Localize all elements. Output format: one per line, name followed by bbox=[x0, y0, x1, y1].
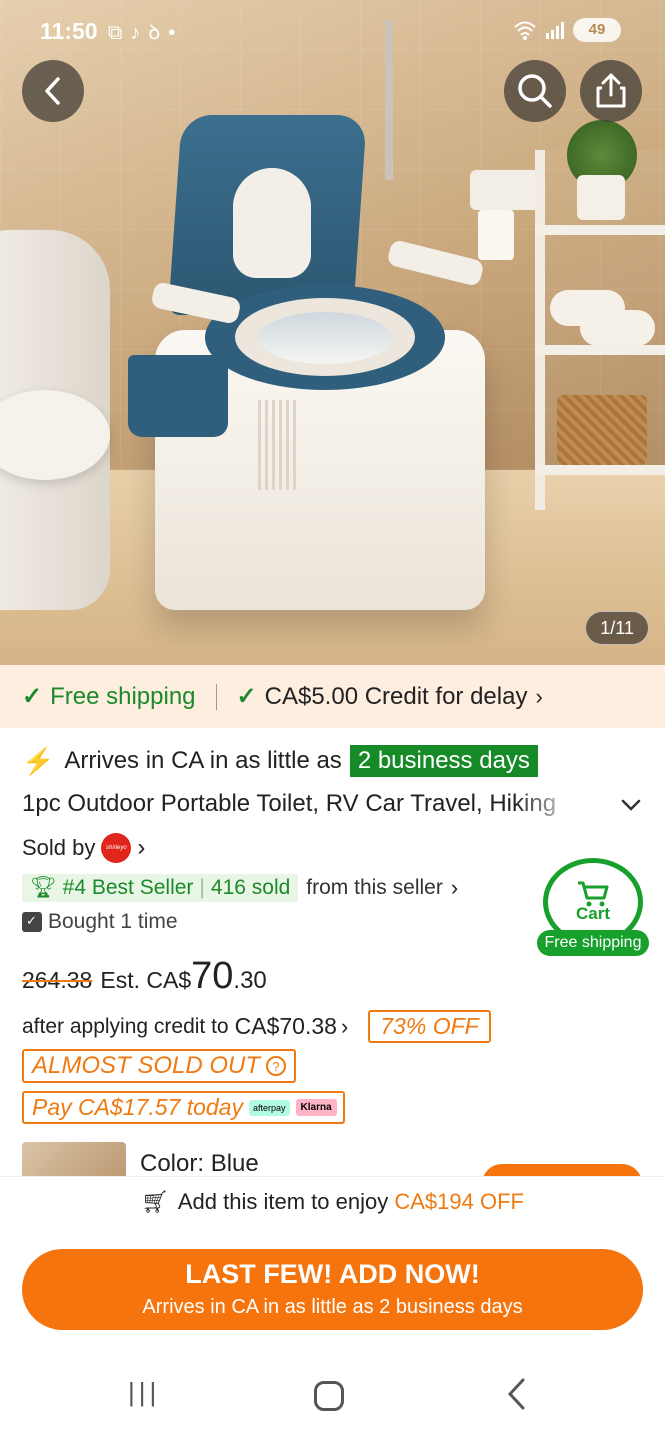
portable-toilet-lid-inner bbox=[233, 168, 311, 278]
image-counter: 1/11 bbox=[585, 611, 649, 645]
promo-amount: CA$194 OFF bbox=[394, 1189, 524, 1214]
search-button[interactable] bbox=[504, 60, 566, 122]
portable-toilet-bowl bbox=[258, 312, 392, 364]
est-label: Est. CA$ bbox=[100, 967, 192, 993]
divider bbox=[215, 683, 217, 710]
cta-main-label: LAST FEW! ADD NOW! bbox=[185, 1259, 480, 1289]
bottom-bar: 🛒︎ Add this item to enjoy CA$194 OFF LAS… bbox=[0, 1176, 665, 1440]
after-credit-label: after applying credit to bbox=[22, 1014, 229, 1038]
check-icon: ✓ bbox=[22, 683, 43, 710]
share-button[interactable] bbox=[580, 60, 642, 122]
afterpay-logo: afterpay bbox=[248, 1099, 290, 1116]
discount-badge: 73% OFF bbox=[368, 1010, 491, 1043]
toilet-roll bbox=[478, 210, 514, 260]
signal-icon bbox=[546, 22, 564, 39]
shopping-bag-icon bbox=[22, 912, 42, 932]
bought-history: Bought 1 time bbox=[22, 910, 178, 934]
free-shipping-label: Free shipping bbox=[50, 682, 196, 710]
recent-apps-button[interactable]: ||| bbox=[128, 1377, 160, 1408]
notification-icons: ⧉♪ꝺ• bbox=[108, 22, 184, 44]
cart-label: Cart bbox=[575, 904, 610, 923]
shelf-board bbox=[535, 225, 665, 235]
pay-today-label: Pay CA$17.57 today bbox=[32, 1094, 243, 1120]
sold-by-label: Sold by bbox=[22, 835, 96, 860]
promo-text: Add this item to enjoy bbox=[177, 1189, 389, 1214]
portable-toilet-side-box bbox=[128, 355, 228, 437]
delivery-estimate: ⚡ Arrives in CA in as little as 2 busine… bbox=[22, 745, 538, 777]
help-icon[interactable]: ? bbox=[266, 1056, 287, 1076]
sold-count: 416 sold bbox=[210, 876, 291, 899]
system-back-button[interactable] bbox=[505, 1377, 527, 1419]
check-icon: ✓ bbox=[236, 683, 257, 710]
chevron-right-icon: › bbox=[137, 834, 146, 861]
wifi-icon bbox=[514, 21, 536, 40]
shelf-board bbox=[535, 465, 665, 475]
portable-toilet-vent bbox=[258, 400, 298, 490]
after-credit-price: CA$70.38 bbox=[234, 1013, 337, 1039]
separator: | bbox=[199, 876, 205, 899]
credit-for-delay[interactable]: ✓ CA$5.00 Credit for delay › bbox=[237, 682, 543, 711]
paper-holder bbox=[470, 170, 540, 210]
free-shipping[interactable]: ✓ Free shipping bbox=[22, 682, 196, 711]
status-right: 49 bbox=[513, 18, 621, 42]
original-price: 264.38 bbox=[22, 967, 93, 993]
pay-later-badge[interactable]: Pay CA$17.57 today afterpay Klarna bbox=[22, 1091, 345, 1124]
color-label: Color: Blue bbox=[140, 1150, 259, 1176]
color-selector[interactable]: Color: Blue bbox=[22, 1142, 642, 1176]
back-button[interactable] bbox=[22, 60, 84, 122]
best-seller-row[interactable]: 🏆︎ #4 Best Seller | 416 sold from this s… bbox=[22, 872, 458, 904]
add-to-cart-button[interactable]: LAST FEW! ADD NOW! Arrives in CA in as l… bbox=[22, 1249, 643, 1330]
towel bbox=[580, 310, 655, 346]
basket bbox=[557, 395, 647, 465]
chevron-right-icon: › bbox=[450, 875, 459, 900]
expand-title-button[interactable] bbox=[621, 792, 641, 818]
chevron-right-icon: › bbox=[535, 683, 543, 709]
status-bar: 11:50 ⧉♪ꝺ• 49 bbox=[0, 0, 665, 64]
color-thumbnail[interactable] bbox=[22, 1142, 126, 1176]
bought-count: Bought 1 time bbox=[48, 910, 178, 933]
sold-by[interactable]: Sold by shirleyo › bbox=[22, 833, 145, 863]
price-row: 264.38 Est. CA$ 70 .30 bbox=[22, 955, 267, 998]
free-shipping-badge: Free shipping bbox=[537, 930, 649, 956]
product-image[interactable] bbox=[0, 0, 665, 665]
status-time: 11:50 bbox=[40, 18, 98, 44]
cart-plus-icon: 🛒︎ bbox=[141, 1189, 169, 1214]
after-credit-row[interactable]: after applying credit to CA$70.38 › 73% … bbox=[22, 1010, 491, 1043]
best-seller-rank: #4 Best Seller bbox=[62, 876, 194, 899]
almost-sold-out-badge[interactable]: ALMOST SOLD OUT ? bbox=[22, 1049, 297, 1083]
promo-banner: 🛒︎ Add this item to enjoy CA$194 OFF bbox=[0, 1189, 665, 1215]
battery-indicator: 49 bbox=[573, 18, 621, 42]
chevron-right-icon: › bbox=[340, 1013, 349, 1039]
seller-logo[interactable]: shirleyo bbox=[101, 833, 132, 863]
plant-pot bbox=[577, 175, 625, 220]
price-whole: 70 bbox=[191, 955, 234, 997]
price-decimal: .30 bbox=[233, 967, 267, 994]
chevron-down-icon bbox=[621, 799, 641, 811]
search-icon bbox=[518, 74, 552, 108]
credit-label: CA$5.00 Credit for delay bbox=[264, 682, 528, 710]
cta-sub-label: Arrives in CA in as little as 2 business… bbox=[142, 1296, 523, 1318]
business-days-highlight: 2 business days bbox=[349, 745, 538, 777]
best-seller-badge: 🏆︎ #4 Best Seller | 416 sold bbox=[22, 874, 299, 902]
trophy-icon: 🏆︎ bbox=[30, 876, 57, 899]
shelf-board bbox=[535, 345, 665, 355]
arrives-text: Arrives in CA in as little as bbox=[64, 747, 342, 774]
share-icon bbox=[596, 73, 626, 108]
back-chevron-icon bbox=[507, 1378, 525, 1410]
floating-cart-button[interactable]: Cart Free shipping bbox=[537, 858, 649, 958]
from-seller: from this seller bbox=[306, 876, 443, 899]
klarna-logo: Klarna bbox=[295, 1099, 337, 1116]
home-button[interactable] bbox=[314, 1381, 344, 1411]
chevron-left-icon bbox=[45, 77, 60, 105]
almost-sold-out-label: ALMOST SOLD OUT bbox=[32, 1052, 261, 1079]
color-action-button[interactable] bbox=[482, 1164, 642, 1176]
system-nav-bar: ||| bbox=[0, 1367, 665, 1427]
product-title[interactable]: 1pc Outdoor Portable Toilet, RV Car Trav… bbox=[22, 790, 582, 818]
shipping-strip[interactable]: ✓ Free shipping ✓ CA$5.00 Credit for del… bbox=[0, 665, 665, 728]
lightning-icon: ⚡ bbox=[22, 745, 55, 776]
